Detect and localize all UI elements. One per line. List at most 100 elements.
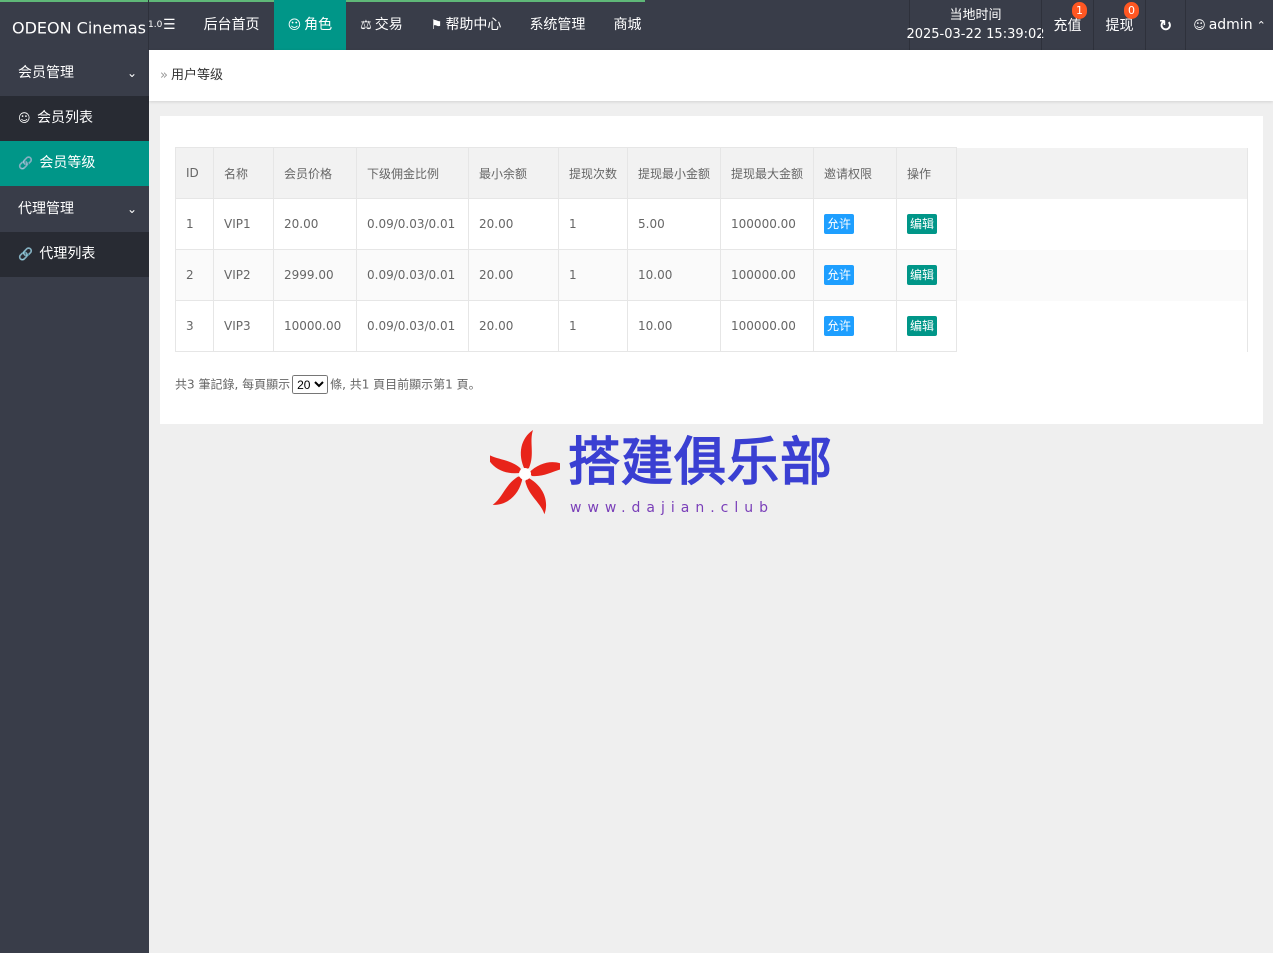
- nav-mall-label: 商城: [613, 17, 642, 33]
- table-row: 2 VIP2 2999.00 0.09/0.03/0.01 20.00 1 10…: [175, 249, 1248, 301]
- app-logo[interactable]: ODEON Cinemas 1.0: [0, 0, 162, 50]
- allow-button[interactable]: 允许: [824, 214, 855, 234]
- sidebar-group-member[interactable]: 会员管理 ⌄: [0, 50, 149, 96]
- cell-id: 3: [175, 300, 214, 352]
- sidebar-item-member-level[interactable]: 🔗 会员等级: [0, 141, 149, 186]
- column-header: 提现最大金额: [720, 147, 815, 199]
- cell-min-withdraw: 10.00: [627, 249, 722, 301]
- column-header-filler: [956, 147, 1248, 199]
- cell-action: 编辑: [896, 300, 958, 352]
- column-header: 下级佣金比例: [356, 147, 469, 199]
- column-header: 名称: [213, 147, 274, 199]
- cell-filler: [956, 300, 1248, 352]
- nav-help[interactable]: ⚑ 帮助中心: [417, 0, 516, 50]
- nav-home[interactable]: 后台首页: [190, 0, 274, 50]
- refresh-button[interactable]: ↻: [1145, 0, 1185, 50]
- page-size-select[interactable]: 20: [292, 375, 329, 394]
- breadcrumb-bar: » 用户等级: [149, 50, 1273, 101]
- column-header: 邀请权限: [813, 147, 898, 199]
- column-header: 提现次数: [557, 147, 629, 199]
- level-table-card: ID 名称 会员价格 下级佣金比例 最小余额 提现次数 提现最小金额 提现最大金…: [160, 116, 1263, 424]
- nav-role[interactable]: ☺ 角色: [273, 0, 347, 50]
- admin-menu[interactable]: ☺ admin ⌃: [1185, 0, 1273, 50]
- cell-max-withdraw: 100000.00: [720, 198, 815, 250]
- cell-permission: 允许: [813, 198, 898, 250]
- watermark-logo: 搭建俱乐部 www.dajian.club: [485, 428, 832, 522]
- breadcrumb-current: 用户等级: [170, 68, 223, 83]
- cell-min-withdraw: 10.00: [627, 300, 722, 352]
- cell-filler: [956, 249, 1248, 301]
- withdraw-badge: 0: [1124, 2, 1139, 19]
- cell-min-balance: 20.00: [468, 198, 559, 250]
- nav-home-label: 后台首页: [203, 17, 260, 33]
- cell-price: 2999.00: [273, 249, 357, 301]
- edit-button[interactable]: 编辑: [907, 265, 938, 285]
- allow-button[interactable]: 允许: [824, 265, 855, 285]
- link-icon: 🔗: [18, 247, 33, 261]
- watermark-text: 搭建俱乐部: [568, 433, 834, 493]
- sidebar-group-agent[interactable]: 代理管理 ⌄: [0, 186, 149, 232]
- cell-filler: [956, 198, 1248, 250]
- edit-button[interactable]: 编辑: [907, 214, 938, 234]
- user-icon: ☺: [1193, 18, 1206, 32]
- sidebar-item-label: 会员等级: [39, 155, 96, 171]
- column-header: 会员价格: [273, 147, 357, 199]
- nav-trade[interactable]: ⚖ 交易: [346, 0, 417, 50]
- table-row: 1 VIP1 20.00 0.09/0.03/0.01 20.00 1 5.00…: [175, 198, 1248, 250]
- table-header-row: ID 名称 会员价格 下级佣金比例 最小余额 提现次数 提现最小金额 提现最大金…: [175, 147, 1248, 199]
- user-icon: ☺: [18, 111, 31, 125]
- pagination-info: 共3 筆記錄, 每頁顯示 20 條, 共1 頁目前顯示第1 頁。: [175, 375, 481, 394]
- link-icon: 🔗: [18, 156, 33, 170]
- cell-count: 1: [557, 249, 629, 301]
- header-right: 当地时间 2025-03-22 15:39:02 充值 1 提现 0 ↻ ☺ a…: [906, 0, 1273, 50]
- cell-ratio: 0.09/0.03/0.01: [356, 300, 469, 352]
- cell-id: 2: [175, 249, 214, 301]
- sidebar-group-label: 代理管理: [18, 201, 74, 217]
- menu-toggle-icon: ☰: [163, 17, 176, 33]
- cell-name: VIP3: [213, 300, 274, 352]
- cell-name: VIP2: [213, 249, 274, 301]
- cell-max-withdraw: 100000.00: [720, 249, 815, 301]
- local-time: 当地时间 2025-03-22 15:39:02: [906, 0, 1045, 50]
- withdraw-button[interactable]: 提现 0: [1093, 0, 1145, 50]
- watermark-url: www.dajian.club: [570, 500, 775, 516]
- logo-text: ODEON Cinemas: [12, 18, 146, 38]
- nav-system-label: 系统管理: [529, 17, 586, 33]
- pager-prefix: 共3 筆記錄, 每頁顯示: [175, 377, 291, 392]
- sidebar-item-agent-list[interactable]: 🔗 代理列表: [0, 232, 149, 277]
- cell-max-withdraw: 100000.00: [720, 300, 815, 352]
- top-nav: ☰ 后台首页 ☺ 角色 ⚖ 交易 ⚑ 帮助中心 系统管理 商城: [149, 0, 655, 50]
- double-chevron-right-icon: »: [160, 68, 168, 83]
- sidebar-item-label: 会员列表: [36, 110, 93, 126]
- nav-help-label: 帮助中心: [445, 17, 502, 33]
- nav-mall[interactable]: 商城: [599, 0, 655, 50]
- allow-button[interactable]: 允许: [824, 316, 855, 336]
- cell-name: VIP1: [213, 198, 274, 250]
- cell-action: 编辑: [896, 198, 958, 250]
- cell-ratio: 0.09/0.03/0.01: [356, 198, 469, 250]
- cell-count: 1: [557, 198, 629, 250]
- user-icon: ☺: [287, 18, 302, 33]
- menu-toggle-button[interactable]: ☰: [149, 0, 190, 50]
- column-header: ID: [175, 147, 214, 199]
- local-time-value: 2025-03-22 15:39:02: [906, 27, 1045, 42]
- column-header: 提现最小金额: [627, 147, 722, 199]
- cell-id: 1: [175, 198, 214, 250]
- nav-system[interactable]: 系统管理: [515, 0, 599, 50]
- cell-permission: 允许: [813, 249, 898, 301]
- nav-trade-label: 交易: [374, 17, 403, 33]
- table-row: 3 VIP3 10000.00 0.09/0.03/0.01 20.00 1 1…: [175, 300, 1248, 352]
- edit-button[interactable]: 编辑: [907, 316, 938, 336]
- top-header: ODEON Cinemas 1.0 ☰ 后台首页 ☺ 角色 ⚖ 交易 ⚑ 帮助中心 系统…: [0, 0, 1273, 50]
- column-header: 最小余额: [468, 147, 559, 199]
- refresh-icon: ↻: [1158, 15, 1173, 35]
- breadcrumb: » 用户等级: [160, 50, 223, 101]
- cell-price: 20.00: [273, 198, 357, 250]
- chevron-down-icon: ⌄: [126, 66, 137, 80]
- sidebar-item-label: 代理列表: [39, 246, 96, 262]
- sidebar-item-member-list[interactable]: ☺ 会员列表: [0, 96, 149, 141]
- chevron-down-icon: ⌄: [126, 202, 137, 216]
- sidebar: 会员管理 ⌄ ☺ 会员列表 🔗 会员等级 代理管理 ⌄ 🔗 代理列表: [0, 50, 149, 953]
- recharge-button[interactable]: 充值 1: [1041, 0, 1093, 50]
- nav-role-label: 角色: [304, 17, 333, 33]
